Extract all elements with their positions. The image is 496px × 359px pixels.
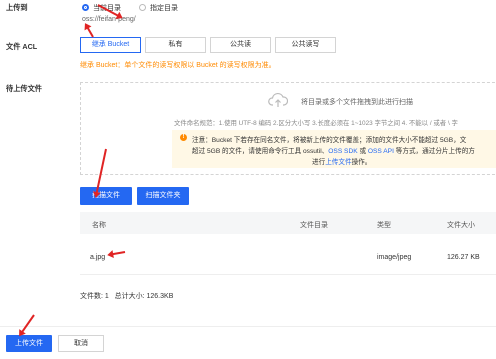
- upload-button[interactable]: 上传文件: [6, 335, 52, 352]
- upload-summary: 文件数: 1 总计大小: 126.3KB: [80, 293, 174, 300]
- col-size: 文件大小: [447, 222, 475, 229]
- col-dir: 文件目录: [300, 222, 328, 229]
- drop-zone-text: 将目录或多个文件拖拽到此进行扫描: [301, 99, 413, 106]
- acl-option-public-read[interactable]: 公共读: [210, 37, 271, 53]
- files-label: 待上传文件: [6, 84, 42, 93]
- col-type: 类型: [377, 222, 391, 229]
- annotation-arrow: [85, 24, 94, 38]
- radio-specified-dir[interactable]: [139, 4, 146, 11]
- footer-divider: [0, 326, 496, 327]
- warning-icon: !: [180, 134, 187, 141]
- row-file-name: a.jpg: [90, 254, 106, 261]
- notice-text-2c: 等方式，通过分片上传的方: [393, 148, 475, 155]
- acl-label: 文件 ACL: [6, 42, 38, 51]
- scan-files-button[interactable]: 扫描文件: [80, 187, 132, 205]
- notice-line-3: 进行上传文件操作。: [312, 156, 371, 166]
- oss-api-link[interactable]: OSS API: [368, 148, 394, 155]
- table-row[interactable]: [80, 234, 496, 275]
- notice-text-2b: 或: [357, 148, 368, 155]
- table-header-bg: [80, 212, 496, 234]
- oss-sdk-link[interactable]: OSS SDK: [328, 148, 357, 155]
- scan-folder-button[interactable]: 扫描文件夹: [137, 187, 189, 205]
- notice-text-3b: 操作。: [351, 159, 372, 166]
- cloud-upload-icon: [268, 92, 289, 110]
- radio-current-dir[interactable]: [82, 4, 89, 11]
- row-file-size: 126.27 KB: [447, 254, 480, 261]
- upload-path: oss://feifan-peng/: [82, 16, 136, 23]
- acl-option-inherit[interactable]: 继承 Bucket: [80, 37, 141, 53]
- upload-to-label: 上传到: [6, 3, 28, 12]
- notice-line-2: 超过 5GB 的文件，请使用命令行工具 ossutil、OSS SDK 或 OS…: [192, 145, 475, 155]
- annotation-arrow: [19, 314, 35, 336]
- radio-specified-dir-label[interactable]: 指定目录: [150, 3, 178, 13]
- notice-line-1: 注意：Bucket 下若存在同名文件，将被新上传的文件覆盖；添加的文件大小不能超…: [192, 137, 467, 144]
- acl-option-private[interactable]: 私有: [145, 37, 206, 53]
- notice-text-3a: 进行: [312, 159, 326, 166]
- row-file-type: image/jpeg: [377, 254, 412, 261]
- acl-hint: 继承 Bucket：单个文件的读写权限以 Bucket 的读写权限为准。: [80, 62, 276, 69]
- acl-option-public-read-write[interactable]: 公共读写: [275, 37, 336, 53]
- col-name: 名称: [92, 222, 106, 229]
- upload-file-link[interactable]: 上传文件: [325, 159, 351, 166]
- cancel-button[interactable]: 取消: [58, 335, 104, 352]
- notice-text-2a: 超过 5GB 的文件，请使用命令行工具 ossutil、: [192, 148, 329, 155]
- notice-box: ! 注意：Bucket 下若存在同名文件，将被新上传的文件覆盖；添加的文件大小不…: [172, 130, 496, 168]
- naming-rule: 文件命名规范：1.使用 UTF-8 编码 2.区分大小写 3.长度必须在 1~1…: [174, 120, 458, 127]
